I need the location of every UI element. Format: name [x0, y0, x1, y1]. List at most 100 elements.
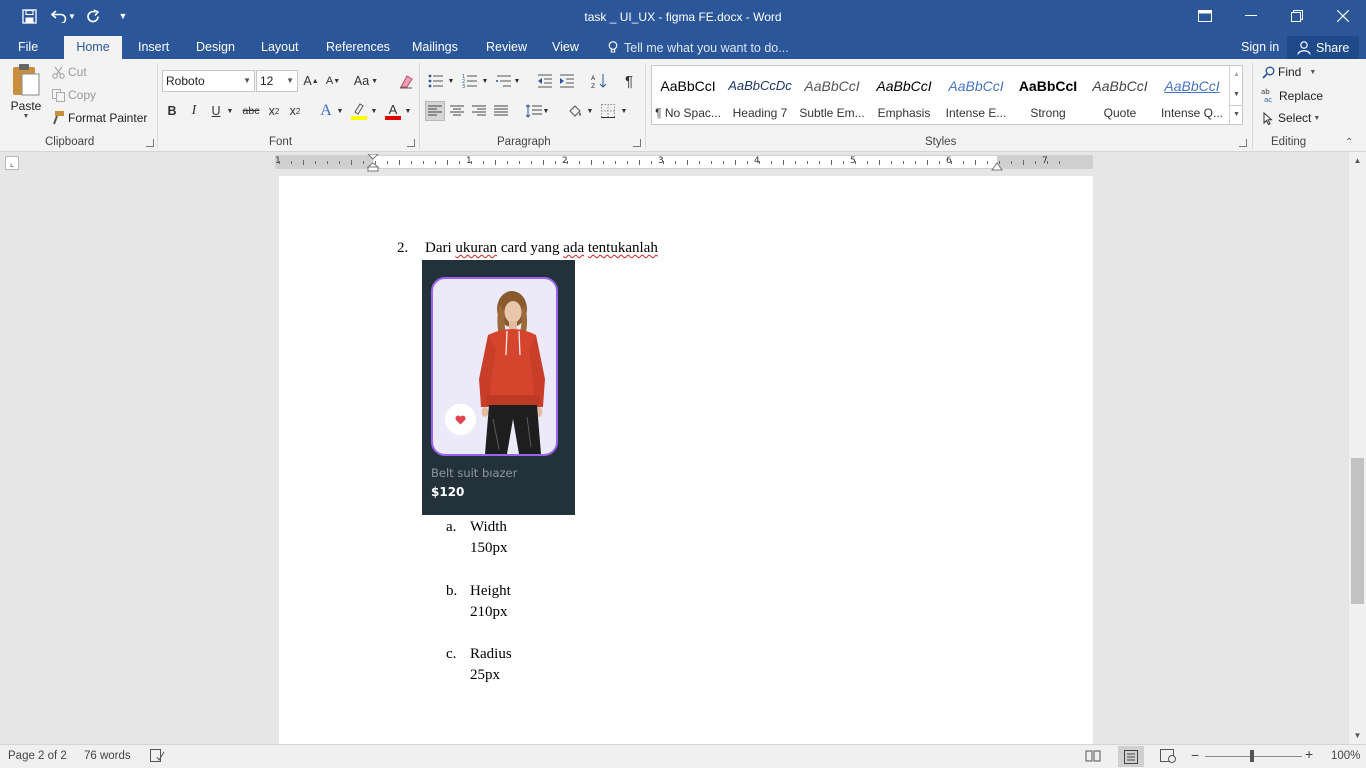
- share-button[interactable]: Share: [1287, 36, 1360, 59]
- scroll-down-icon[interactable]: ▼: [1349, 727, 1366, 744]
- shading-dropdown-icon[interactable]: ▼: [585, 101, 595, 121]
- numbering-dropdown-icon[interactable]: ▼: [480, 71, 490, 91]
- format-painter-button[interactable]: Format Painter: [50, 111, 147, 125]
- scroll-up-icon[interactable]: ▲: [1349, 152, 1366, 169]
- tab-layout[interactable]: Layout: [253, 36, 307, 59]
- close-icon[interactable]: [1320, 0, 1366, 32]
- replace-button[interactable]: ab ac Replace: [1260, 88, 1324, 103]
- list-item-text[interactable]: Dari ukuran card yang ada tentukanlah: [425, 240, 658, 257]
- right-indent-marker-icon[interactable]: [991, 160, 1003, 174]
- sign-in-link[interactable]: Sign in: [1233, 36, 1287, 59]
- highlight-color-icon[interactable]: [349, 101, 369, 121]
- tab-design[interactable]: Design: [188, 36, 243, 59]
- change-case-button[interactable]: Aa ▼: [352, 71, 380, 91]
- horizontal-ruler[interactable]: 1 1 2 3 4 5 6 7: [275, 153, 1093, 172]
- underline-dropdown-icon[interactable]: ▼: [225, 101, 235, 121]
- italic-icon[interactable]: I: [184, 101, 204, 121]
- sort-icon[interactable]: AZ: [589, 71, 609, 91]
- tell-me-box[interactable]: Tell me what you want to do...: [600, 36, 797, 59]
- multilevel-dropdown-icon[interactable]: ▼: [512, 71, 522, 91]
- page-count[interactable]: Page 2 of 2: [8, 750, 67, 762]
- style-heading-7[interactable]: AaBbCcDc Heading 7: [724, 66, 796, 124]
- scrollbar-thumb[interactable]: [1351, 458, 1364, 604]
- proofing-icon[interactable]: [150, 749, 165, 765]
- align-center-icon[interactable]: [447, 101, 467, 121]
- vertical-scrollbar[interactable]: ▲ ▼: [1349, 152, 1366, 744]
- line-spacing-dropdown-icon[interactable]: ▼: [541, 101, 551, 121]
- find-button[interactable]: Find ▼: [1260, 65, 1316, 79]
- tab-file[interactable]: File: [10, 36, 46, 59]
- paste-button[interactable]: Paste ▼: [6, 63, 46, 133]
- select-button[interactable]: Select ▼: [1260, 111, 1320, 125]
- zoom-out-icon[interactable]: −: [1191, 747, 1199, 763]
- web-layout-icon[interactable]: [1160, 749, 1176, 766]
- borders-icon[interactable]: [598, 101, 618, 121]
- justify-icon[interactable]: [491, 101, 511, 121]
- increase-indent-icon[interactable]: [557, 71, 577, 91]
- bullets-dropdown-icon[interactable]: ▼: [446, 71, 456, 91]
- superscript-icon[interactable]: x2: [285, 101, 305, 121]
- align-left-icon[interactable]: [425, 101, 445, 121]
- style-strong[interactable]: AaBbCcI Strong: [1012, 66, 1084, 124]
- show-formatting-marks-icon[interactable]: ¶: [619, 71, 639, 91]
- font-color-icon[interactable]: A: [383, 101, 403, 121]
- product-card-image[interactable]: Belt suit bıazer $120: [422, 260, 575, 515]
- cut-button[interactable]: Cut: [50, 65, 87, 79]
- read-mode-icon[interactable]: [1085, 749, 1101, 766]
- align-right-icon[interactable]: [469, 101, 489, 121]
- font-name-combo[interactable]: Roboto ▼: [162, 70, 255, 92]
- tab-review[interactable]: Review: [478, 36, 535, 59]
- text-effects-dropdown-icon[interactable]: ▼: [335, 101, 345, 121]
- tab-selector-icon[interactable]: ⌞: [5, 156, 19, 170]
- paragraph-launcher-icon[interactable]: [633, 139, 641, 147]
- ribbon-display-options-icon[interactable]: [1182, 0, 1228, 32]
- styles-down-icon[interactable]: ▼: [1230, 85, 1243, 105]
- copy-button[interactable]: Copy: [50, 88, 96, 102]
- shading-icon[interactable]: [565, 101, 585, 121]
- shrink-font-icon[interactable]: A ▼: [323, 71, 343, 91]
- zoom-level[interactable]: 100%: [1331, 750, 1360, 762]
- indent-marker-icon[interactable]: [366, 153, 380, 175]
- text-effects-icon[interactable]: A: [316, 101, 336, 121]
- underline-icon[interactable]: U: [206, 101, 226, 121]
- style-quote[interactable]: AaBbCcI Quote: [1084, 66, 1156, 124]
- tab-home[interactable]: Home: [64, 36, 122, 59]
- multilevel-list-icon[interactable]: [494, 71, 514, 91]
- print-layout-icon[interactable]: [1118, 746, 1144, 767]
- style-intense-emphasis[interactable]: AaBbCcI Intense E...: [940, 66, 1012, 124]
- tab-references[interactable]: References: [318, 36, 398, 59]
- heart-icon: [455, 415, 466, 424]
- styles-launcher-icon[interactable]: [1239, 139, 1247, 147]
- bullets-icon[interactable]: [426, 71, 446, 91]
- tab-mailings[interactable]: Mailings: [404, 36, 466, 59]
- borders-dropdown-icon[interactable]: ▼: [619, 101, 629, 121]
- decrease-indent-icon[interactable]: [535, 71, 555, 91]
- font-size-combo[interactable]: 12 ▼: [256, 70, 298, 92]
- style-subtle-emphasis[interactable]: AaBbCcI Subtle Em...: [796, 66, 868, 124]
- minimize-icon[interactable]: [1228, 0, 1274, 32]
- document-page[interactable]: [279, 176, 1093, 748]
- ruler-tick: [351, 160, 352, 165]
- style-no-spacing[interactable]: AaBbCcI ¶ No Spac...: [652, 66, 724, 124]
- styles-more-icon[interactable]: ▼: [1230, 105, 1243, 123]
- subscript-icon[interactable]: x2: [264, 101, 284, 121]
- font-color-dropdown-icon[interactable]: ▼: [403, 101, 413, 121]
- word-count[interactable]: 76 words: [84, 750, 131, 762]
- zoom-in-icon[interactable]: +: [1305, 746, 1313, 762]
- clear-formatting-icon[interactable]: [396, 71, 416, 91]
- zoom-slider-thumb[interactable]: [1250, 750, 1254, 762]
- bold-icon[interactable]: B: [162, 101, 182, 121]
- tab-view[interactable]: View: [544, 36, 587, 59]
- font-launcher-icon[interactable]: [407, 139, 415, 147]
- collapse-ribbon-icon[interactable]: ⌃: [1345, 137, 1353, 148]
- styles-up-icon[interactable]: ▲: [1230, 65, 1243, 85]
- strikethrough-icon[interactable]: abc: [240, 101, 262, 121]
- style-emphasis[interactable]: AaBbCcI Emphasis: [868, 66, 940, 124]
- tab-insert[interactable]: Insert: [130, 36, 177, 59]
- grow-font-icon[interactable]: A ▲: [301, 71, 321, 91]
- clipboard-launcher-icon[interactable]: [146, 139, 154, 147]
- style-intense-quote[interactable]: AaBbCcI Intense Q...: [1156, 66, 1228, 124]
- highlight-dropdown-icon[interactable]: ▼: [369, 101, 379, 121]
- restore-icon[interactable]: [1274, 0, 1320, 32]
- numbering-icon[interactable]: 123: [460, 71, 480, 91]
